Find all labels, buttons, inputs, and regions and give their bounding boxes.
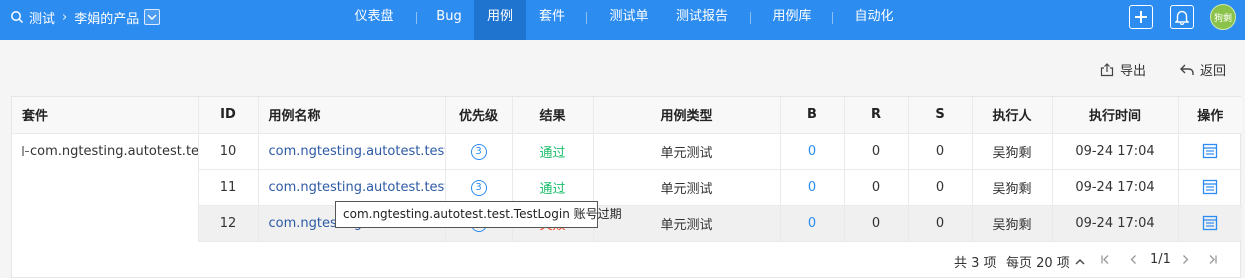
executor: 吴狗剩 (972, 205, 1053, 242)
page-indicator: 1/1 (1150, 252, 1171, 267)
col-header-b[interactable]: B (780, 97, 845, 134)
case-name-link[interactable]: com.ngtesting.autotest.test.T (258, 133, 446, 170)
col-header-r[interactable]: R (844, 97, 909, 134)
nav-cases[interactable]: 用例 (474, 0, 526, 40)
nav-automation[interactable]: 自动化 (844, 0, 904, 40)
actions-cell (1178, 169, 1242, 206)
prev-page-icon[interactable] (1128, 254, 1139, 265)
main-content: 导出 返回 套件 ID 用例名称 优先级 结果 用例类型 B R S 执行人 执… (0, 40, 1245, 278)
s-count: 0 (908, 133, 973, 170)
collapse-icon[interactable] (22, 146, 29, 156)
col-header-exec-time[interactable]: 执行时间 (1052, 97, 1179, 134)
executor: 吴狗剩 (972, 169, 1053, 206)
nav-divider (750, 12, 751, 24)
s-count: 0 (908, 205, 973, 242)
table-row[interactable]: com.ngtesting.autotest.te 10 com.ngtesti… (12, 133, 1242, 241)
top-navbar: 测试 › 李娟的产品 仪表盘 Bug 用例 套件 测试单 测试报告 用例库 自动… (0, 0, 1245, 40)
details-icon[interactable] (1202, 215, 1218, 231)
suite-cell: com.ngtesting.autotest.te (12, 133, 199, 241)
product-dropdown-button[interactable] (144, 9, 161, 25)
notification-button[interactable] (1170, 5, 1194, 29)
next-page-icon[interactable] (1180, 254, 1191, 265)
bug-count-link[interactable]: 0 (780, 205, 845, 242)
nav-dashboard[interactable]: 仪表盘 (342, 0, 406, 40)
s-count: 0 (908, 169, 973, 206)
col-header-executor[interactable]: 执行人 (972, 97, 1053, 134)
exec-time: 09-24 17:04 (1052, 133, 1179, 170)
priority-cell: 3 (445, 133, 513, 170)
last-page-icon[interactable] (1207, 254, 1218, 265)
export-button[interactable]: 导出 (1100, 60, 1146, 79)
search-icon[interactable] (10, 10, 24, 24)
project-name[interactable]: 测试 (29, 8, 55, 27)
chevron-down-icon (147, 14, 157, 20)
back-label: 返回 (1200, 64, 1227, 79)
priority-cell: 3 (445, 169, 513, 206)
col-header-case-name[interactable]: 用例名称 (258, 97, 446, 134)
col-header-s[interactable]: S (908, 97, 973, 134)
bell-icon (1175, 10, 1189, 25)
back-button[interactable]: 返回 (1180, 60, 1226, 79)
suite-name[interactable]: com.ngtesting.autotest.te (30, 144, 197, 159)
chevron-right-icon: › (62, 9, 68, 25)
col-header-result[interactable]: 结果 (512, 97, 594, 134)
col-header-case-type[interactable]: 用例类型 (593, 97, 781, 134)
bug-count-link[interactable]: 0 (780, 169, 845, 206)
priority-badge: 3 (470, 179, 487, 196)
col-header-id[interactable]: ID (198, 97, 259, 134)
nav-divider (586, 12, 587, 24)
plus-icon (1135, 11, 1147, 23)
nav-case-library[interactable]: 用例库 (762, 0, 822, 40)
case-id: 12 (198, 205, 259, 242)
r-count: 0 (844, 133, 909, 170)
nav-divider (832, 12, 833, 24)
exec-time: 09-24 17:04 (1052, 205, 1179, 242)
chevron-up-icon (1075, 258, 1085, 264)
export-icon (1100, 62, 1114, 76)
result-status: 通过 (512, 133, 594, 170)
case-id: 10 (198, 133, 259, 170)
case-type: 单元测试 (593, 169, 781, 206)
priority-badge: 3 (470, 143, 487, 160)
nav-suites[interactable]: 套件 (528, 0, 576, 40)
exec-time: 09-24 17:04 (1052, 169, 1179, 206)
case-table: 套件 ID 用例名称 优先级 结果 用例类型 B R S 执行人 执行时间 操作 (11, 96, 1242, 278)
export-label: 导出 (1120, 64, 1147, 79)
user-avatar[interactable]: 狗剩 (1210, 4, 1236, 30)
result-status: 通过 (512, 169, 594, 206)
details-icon[interactable] (1202, 179, 1218, 195)
case-id: 11 (198, 169, 259, 206)
first-page-icon[interactable] (1100, 254, 1111, 265)
project-breadcrumb: 测试 › 李娟的产品 (10, 0, 161, 34)
nav-test-reports[interactable]: 测试报告 (664, 0, 740, 40)
pager-total: 共 3 项 (954, 256, 997, 271)
actions-cell (1178, 205, 1242, 242)
r-count: 0 (844, 169, 909, 206)
return-icon (1180, 64, 1194, 75)
col-header-actions: 操作 (1178, 97, 1242, 134)
actions-cell (1178, 133, 1242, 170)
case-type: 单元测试 (593, 133, 781, 170)
page-size-label: 每页 20 项 (1006, 256, 1070, 271)
nav-divider (416, 12, 417, 24)
col-header-suite[interactable]: 套件 (12, 97, 199, 134)
table-header-row: 套件 ID 用例名称 优先级 结果 用例类型 B R S 执行人 执行时间 操作 (12, 97, 1242, 134)
r-count: 0 (844, 205, 909, 242)
executor: 吴狗剩 (972, 133, 1053, 170)
nav-bug[interactable]: Bug (426, 0, 472, 40)
case-name-tooltip: com.ngtesting.autotest.test.TestLogin 账号… (335, 201, 622, 228)
bug-count-link[interactable]: 0 (780, 133, 845, 170)
col-header-priority[interactable]: 优先级 (445, 97, 513, 134)
case-name-link[interactable]: com.ngtesting.autotest.test.T (258, 169, 446, 206)
nav-test-runs[interactable]: 测试单 (598, 0, 660, 40)
details-icon[interactable] (1202, 143, 1218, 159)
page-size-select[interactable]: 每页 20 项 (1006, 252, 1085, 271)
product-name[interactable]: 李娟的产品 (74, 8, 139, 27)
add-button[interactable] (1129, 5, 1153, 29)
